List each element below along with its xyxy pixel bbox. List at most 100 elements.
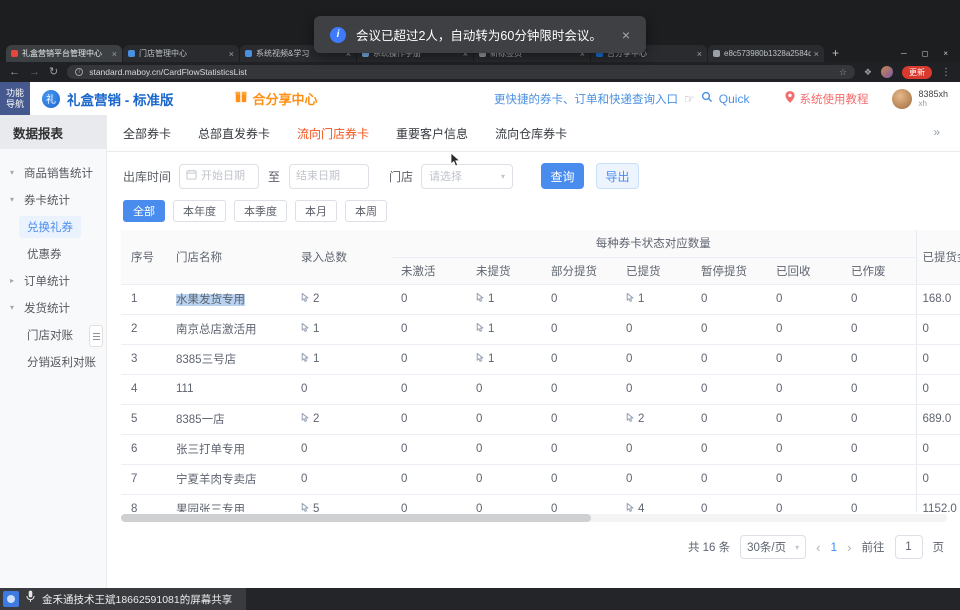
table-cell: 1 [121, 284, 166, 314]
collapse-panel-button[interactable]: » [933, 125, 940, 139]
sidebar-item[interactable]: ▾券卡统计 [0, 186, 106, 213]
end-date-input[interactable] [296, 170, 362, 182]
main-tab[interactable]: 总部直发券卡 [198, 125, 270, 142]
new-tab-button[interactable]: + [832, 46, 839, 60]
mic-icon[interactable] [26, 590, 35, 608]
click-count-icon[interactable] [476, 292, 485, 306]
nav-box[interactable]: 功能导航 [0, 82, 30, 115]
gift-icon [234, 89, 248, 108]
table-cell: 0 [841, 374, 916, 404]
start-date-input[interactable] [201, 170, 252, 182]
click-count-icon[interactable] [476, 322, 485, 336]
tutorial-link[interactable]: 系统使用教程 [785, 90, 868, 108]
click-count-icon[interactable] [626, 412, 635, 426]
sidebar-item[interactable]: 优惠券 [0, 240, 106, 267]
sidebar-item[interactable]: ▾发货统计 [0, 294, 106, 321]
quick-filter-button[interactable]: 本周 [345, 200, 387, 222]
main-tab[interactable]: 全部券卡 [123, 125, 171, 142]
scrollbar-thumb[interactable] [121, 514, 591, 522]
tab-close-icon[interactable]: × [814, 49, 819, 59]
click-count-icon[interactable] [626, 292, 635, 306]
forward-button[interactable]: → [29, 67, 40, 78]
extensions-icon[interactable]: ❖ [864, 67, 872, 78]
sidebar-item-label: 商品销售统计 [24, 165, 93, 181]
cell-text: 8385一店 [176, 414, 225, 426]
search-icon [701, 90, 713, 108]
tab-close-icon[interactable]: × [112, 49, 117, 59]
browser-tab[interactable]: 礼盒营销平台管理中心× [6, 45, 122, 62]
sidebar-collapse-handle[interactable] [89, 325, 103, 347]
end-date-field[interactable] [289, 164, 369, 189]
main-tab[interactable]: 流向门店券卡 [297, 125, 369, 142]
click-count-icon[interactable] [301, 502, 310, 512]
click-count-icon[interactable] [476, 352, 485, 366]
browser-tab[interactable]: 门店管理中心× [123, 45, 239, 62]
table-cell: 3 [121, 344, 166, 374]
page-size-select[interactable]: 30条/页 ▾ [740, 535, 806, 559]
quick-label: Quick [719, 92, 750, 106]
quick-filter-button[interactable]: 本月 [295, 200, 337, 222]
user-menu[interactable]: 8385xh xh [892, 89, 948, 109]
cell-text: 0 [923, 383, 929, 395]
quick-search[interactable]: 更快捷的券卡、订单和快递查询入口 ☞ Quick [494, 90, 749, 108]
prev-page-button[interactable]: ‹ [816, 540, 820, 555]
goto-page-input[interactable] [895, 535, 923, 559]
cell-text: 0 [923, 323, 929, 335]
sidebar-item[interactable]: 兑换礼券 [0, 213, 106, 240]
share-center-link[interactable]: 合分享中心 [234, 89, 318, 108]
window-minimize-button[interactable]: ─ [901, 49, 907, 58]
export-button[interactable]: 导出 [596, 163, 639, 189]
tab-close-icon[interactable]: × [697, 49, 702, 59]
data-table: 序号 门店名称 录入总数 每种券卡状态对应数量 已提货金额 未激活 未提货 部分… [121, 230, 960, 512]
table-cell: 0 [691, 374, 766, 404]
table-cell: 4 [121, 374, 166, 404]
browser-tab[interactable]: e8c573980b1328a2584d2e6f× [708, 45, 824, 62]
cell-text: 0 [401, 323, 407, 335]
store-select[interactable]: 请选择 ▾ [421, 164, 513, 189]
cell-text: 0 [626, 443, 632, 455]
user-avatar[interactable] [892, 89, 912, 109]
table-row: 6张三打单专用000000000 [121, 434, 960, 464]
window-close-button[interactable]: × [943, 49, 948, 58]
browser-profile-avatar[interactable] [881, 66, 893, 78]
cell-text: 1 [488, 293, 494, 305]
table-cell: 0 [541, 494, 616, 512]
click-count-icon[interactable] [301, 292, 310, 306]
browser-menu-icon[interactable]: ⋮ [941, 67, 951, 78]
update-button[interactable]: 更新 [902, 66, 932, 79]
sidebar-item[interactable]: ▸订单统计 [0, 267, 106, 294]
start-date-field[interactable] [179, 164, 259, 189]
click-count-icon[interactable] [301, 412, 310, 426]
url-text[interactable]: standard.maboy.cn/CardFlowStatisticsList [89, 67, 833, 77]
window-maximize-button[interactable]: ◻ [922, 49, 929, 58]
sidebar-title: 数据报表 [0, 115, 106, 149]
click-count-icon[interactable] [626, 502, 635, 512]
click-count-icon[interactable] [301, 352, 310, 366]
tab-title: 礼盒营销平台管理中心 [22, 48, 109, 59]
table-cell: 0 [541, 464, 616, 494]
main-tab[interactable]: 重要客户信息 [396, 125, 468, 142]
click-count-icon[interactable] [301, 322, 310, 336]
tab-close-icon[interactable]: × [229, 49, 234, 59]
reload-button[interactable]: ↻ [49, 67, 58, 78]
back-button[interactable]: ← [9, 67, 20, 78]
toast-close-button[interactable]: × [622, 27, 630, 43]
bookmark-star-icon[interactable]: ☆ [839, 67, 847, 78]
quick-filter-button[interactable]: 全部 [123, 200, 165, 222]
address-bar[interactable]: i standard.maboy.cn/CardFlowStatisticsLi… [67, 65, 855, 79]
cell-text: 0 [701, 293, 707, 305]
quick-filter-button[interactable]: 本季度 [234, 200, 287, 222]
table-cell: 0 [691, 344, 766, 374]
horizontal-scrollbar[interactable] [121, 514, 947, 522]
sidebar-item[interactable]: 分销返利对账 [0, 348, 106, 375]
sidebar-item[interactable]: ▾商品销售统计 [0, 159, 106, 186]
main-content: 全部券卡总部直发券卡流向门店券卡重要客户信息流向仓库券卡 » 出库时间 至 门店… [107, 115, 960, 588]
page-number[interactable]: 1 [830, 540, 837, 554]
site-info-icon[interactable]: i [75, 68, 83, 76]
search-button[interactable]: 查询 [541, 163, 584, 189]
table-cell: 0 [616, 434, 691, 464]
table-cell: 0 [841, 494, 916, 512]
quick-filter-button[interactable]: 本年度 [173, 200, 226, 222]
main-tab[interactable]: 流向仓库券卡 [495, 125, 567, 142]
next-page-button[interactable]: › [847, 540, 851, 555]
